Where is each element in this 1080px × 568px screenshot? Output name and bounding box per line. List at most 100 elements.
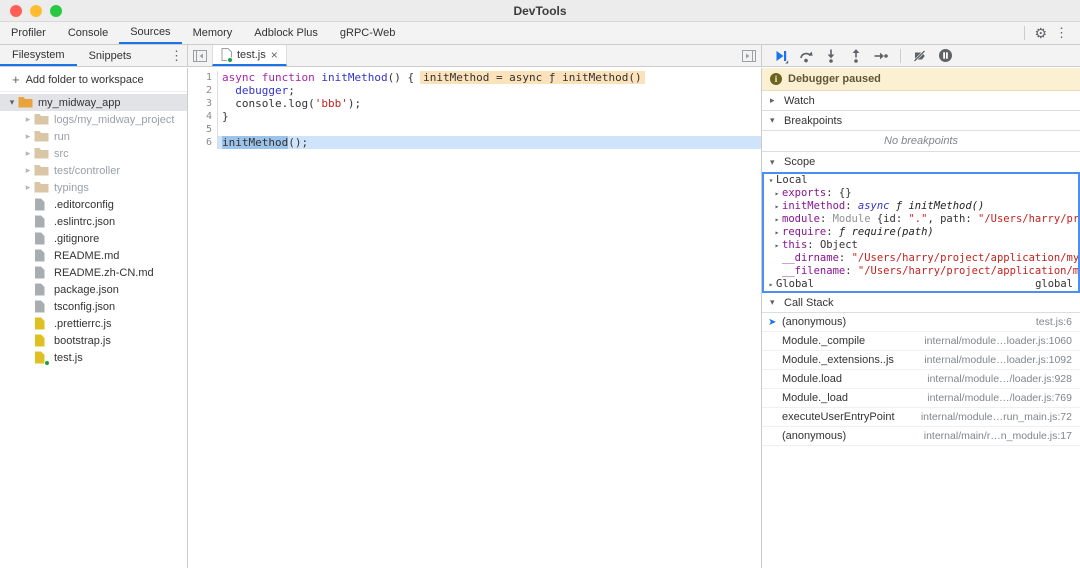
disclosure-triangle-icon[interactable]: ▸ [22,131,34,142]
tab-profiler[interactable]: Profiler [0,22,57,44]
step-over-icon[interactable] [795,46,817,66]
call-stack-section-header[interactable]: ▾ Call Stack [762,293,1080,313]
call-stack-frame[interactable]: executeUserEntryPoint internal/module…ru… [762,408,1080,427]
line-number[interactable]: 6 [188,136,218,149]
add-folder-label: Add folder to workspace [26,74,144,86]
tab-grpc-web[interactable]: gRPC-Web [329,22,406,44]
tree-row-run[interactable]: ▸ run [0,128,187,145]
call-stack-frame[interactable]: Module._compile internal/module…loader.j… [762,332,1080,351]
step-icon[interactable] [870,46,892,66]
scope-entry[interactable]: ▸ exports: {} [764,187,1078,200]
call-stack-frame[interactable]: Module._extensions..js internal/module…l… [762,351,1080,370]
current-frame-arrow-icon: ➤ [768,317,782,328]
line-number[interactable]: 1 [188,71,218,84]
navigator-tab-snippets[interactable]: Snippets [77,45,144,66]
hide-navigator-icon[interactable] [188,45,212,66]
disclosure-triangle-icon[interactable]: ▸ [772,226,782,239]
file-icon [34,300,49,313]
code-line[interactable]: 6 initMethod(); [188,136,761,149]
editor-tab-bar: test.js × [188,45,762,66]
close-tab-icon[interactable]: × [271,48,278,62]
tree-row-readme-zh-cn-md[interactable]: README.zh-CN.md [0,264,187,281]
step-into-icon[interactable] [820,46,842,66]
line-number[interactable]: 3 [188,97,218,110]
scope-entry[interactable]: ▸ require: ƒ require(path) [764,226,1078,239]
scope-entry[interactable]: ▸ module: Module {id: ".", path: "/Users… [764,213,1078,226]
tree-row-package-json[interactable]: package.json [0,281,187,298]
tree-row-readme-md[interactable]: README.md [0,247,187,264]
disclosure-triangle-icon[interactable]: ▸ [22,182,34,193]
tree-row-my-midway-app[interactable]: ▾ my_midway_app [0,94,187,111]
pause-on-exceptions-icon[interactable] [934,46,956,66]
code-line[interactable]: 1 async function initMethod() {initMetho… [188,71,761,84]
scope-label: Scope [784,156,815,168]
navigator-more-icon[interactable]: ⋮ [166,45,187,66]
file-icon [34,198,49,211]
tree-row-test-controller[interactable]: ▸ test/controller [0,162,187,179]
code-line[interactable]: 3 console.log('bbb'); [188,97,761,110]
file-icon [34,215,49,228]
folder-icon [34,164,49,177]
disclosure-triangle-icon[interactable]: ▸ [772,239,782,252]
tab-bar-right-controls: ⚙ ⋮ [1019,22,1080,44]
disclosure-triangle-icon[interactable]: ▾ [766,174,776,187]
kebab-menu-icon[interactable]: ⋮ [1051,25,1072,41]
step-out-icon[interactable] [845,46,867,66]
navigator-tab-filesystem[interactable]: Filesystem [0,45,77,66]
scope-entry[interactable]: __dirname: "/Users/harry/project/applica… [764,252,1078,265]
tree-row-typings[interactable]: ▸ typings [0,179,187,196]
tree-row--eslintrc-json[interactable]: .eslintrc.json [0,213,187,230]
file-icon [34,283,49,296]
disclosure-triangle-icon[interactable]: ▸ [772,187,782,200]
disclosure-triangle-icon[interactable]: ▸ [772,213,782,226]
code-editor[interactable]: 1 async function initMethod() {initMetho… [188,68,762,568]
line-number[interactable]: 2 [188,84,218,97]
tab-adblock-plus[interactable]: Adblock Plus [243,22,329,44]
code-line[interactable]: 4 } [188,110,761,123]
gear-icon[interactable]: ⚙ [1034,26,1047,40]
call-stack-list: ➤ (anonymous) test.js:6 Module._compile … [762,313,1080,446]
show-debugger-sidebar-icon[interactable] [737,45,761,66]
code-line[interactable]: 5 [188,123,761,136]
call-stack-label: Call Stack [784,297,834,309]
disclosure-triangle-icon[interactable]: ▸ [22,114,34,125]
code-line[interactable]: 2 debugger; [188,84,761,97]
tree-row--prettierrc-js[interactable]: .prettierrc.js [0,315,187,332]
chevron-down-icon: ▾ [770,297,778,308]
scope-entry[interactable]: ▾ Local [764,174,1078,187]
disclosure-triangle-icon[interactable]: ▸ [22,165,34,176]
tab-memory[interactable]: Memory [182,22,244,44]
scope-section-header[interactable]: ▾ Scope [762,152,1080,172]
call-stack-frame[interactable]: ➤ (anonymous) test.js:6 [762,313,1080,332]
tab-sources[interactable]: Sources [119,22,181,44]
add-folder-button[interactable]: + Add folder to workspace [0,68,187,92]
tree-row--editorconfig[interactable]: .editorconfig [0,196,187,213]
breakpoints-section-header[interactable]: ▾ Breakpoints [762,111,1080,131]
call-stack-frame[interactable]: (anonymous) internal/main/r…n_module.js:… [762,427,1080,446]
watch-section-header[interactable]: ▸ Watch [762,91,1080,111]
tree-row-tsconfig-json[interactable]: tsconfig.json [0,298,187,315]
line-number[interactable]: 5 [188,123,218,136]
tree-row-test-js[interactable]: test.js [0,349,187,366]
tree-row-bootstrap-js[interactable]: bootstrap.js [0,332,187,349]
tab-console[interactable]: Console [57,22,119,44]
deactivate-breakpoints-icon[interactable] [909,46,931,66]
tree-row--gitignore[interactable]: .gitignore [0,230,187,247]
disclosure-triangle-icon[interactable]: ▸ [772,200,782,213]
resume-icon[interactable] [770,46,792,66]
line-number[interactable]: 4 [188,110,218,123]
disclosure-triangle-icon[interactable]: ▾ [6,97,18,108]
tree-row-logs-my-midway-project[interactable]: ▸ logs/my_midway_project [0,111,187,128]
scope-entry[interactable]: __filename: "/Users/harry/project/applic… [764,265,1078,278]
call-stack-frame[interactable]: Module.load internal/module…/loader.js:9… [762,370,1080,389]
call-stack-frame[interactable]: Module._load internal/module…/loader.js:… [762,389,1080,408]
disclosure-triangle-icon[interactable]: ▸ [766,278,776,291]
linked-file-green-dot [44,360,50,366]
tree-row-src[interactable]: ▸ src [0,145,187,162]
scope-entry[interactable]: ▸ this: Object [764,239,1078,252]
disclosure-triangle-icon[interactable]: ▸ [22,148,34,159]
scope-entry[interactable]: ▸ Global global [764,278,1078,291]
editor-tab-testjs[interactable]: test.js × [212,45,287,66]
debugger-sidebar: i Debugger paused ▸ Watch ▾ Breakpoints … [762,68,1080,568]
scope-entry[interactable]: ▸ initMethod: async ƒ initMethod() [764,200,1078,213]
